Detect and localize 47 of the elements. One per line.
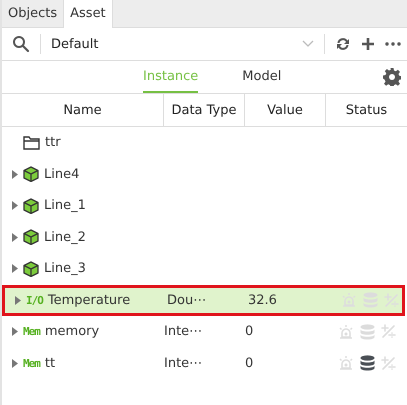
item-name: Line_2 [44,230,86,245]
value-text: 0 [245,356,254,371]
refresh-icon[interactable] [335,36,351,52]
alarm-light-icon [338,324,354,340]
column-header[interactable]: Value [245,94,326,126]
highlighted-row[interactable]: I/O Temperature Dou⋯ 32.6 [2,284,405,316]
folder-icon [23,136,40,150]
item-name: Line_3 [44,261,86,276]
tag-type-label: Mem [23,356,40,370]
view-tab[interactable]: Model [242,61,282,93]
panel-tab[interactable]: Asset [63,0,113,28]
table-row[interactable]: Line_1 [2,190,407,222]
settings-icon[interactable] [383,68,401,86]
cube-icon [23,260,39,277]
column-header[interactable]: Status [326,94,407,126]
filter-dropdown[interactable]: Default [51,30,314,58]
value-text: 32.6 [248,292,277,308]
tag-type-label: Mem [23,325,40,338]
item-name: memory [44,324,100,340]
column-header[interactable]: Name [2,94,164,126]
calculation-icon [381,356,396,371]
cube-icon [23,166,39,182]
panel-tab[interactable]: Objects [2,0,64,27]
calculation-icon [381,324,396,340]
item-name: Temperature [48,292,130,308]
add-icon[interactable] [361,37,375,51]
tag-type-label: I/O [26,294,43,307]
value-text: 0 [245,324,254,340]
table-row[interactable]: Line4 [2,158,407,190]
more-icon[interactable] [385,42,401,46]
cube-icon [23,198,39,214]
data-type-text: Inte⋯ [164,356,202,371]
item-name: tt [44,356,56,371]
table-row[interactable]: Mem tt Inte⋯ 0 [2,348,407,379]
alarm-light-icon [338,355,354,372]
table-row[interactable]: Mem memory Inte⋯ 0 [2,316,407,348]
search-icon[interactable] [12,35,30,53]
item-name: ttr [45,135,61,150]
cube-icon [23,229,39,246]
data-type-text: Inte⋯ [164,324,202,340]
data-type-text: Dou⋯ [167,292,206,308]
item-name: Line4 [44,166,80,182]
table-row[interactable]: Line_3 [2,253,407,284]
table-row[interactable]: Line_2 [2,222,407,253]
item-name: Line_1 [44,198,86,214]
column-header[interactable]: Data Type [164,94,245,126]
table-row[interactable]: ttr [2,127,407,158]
